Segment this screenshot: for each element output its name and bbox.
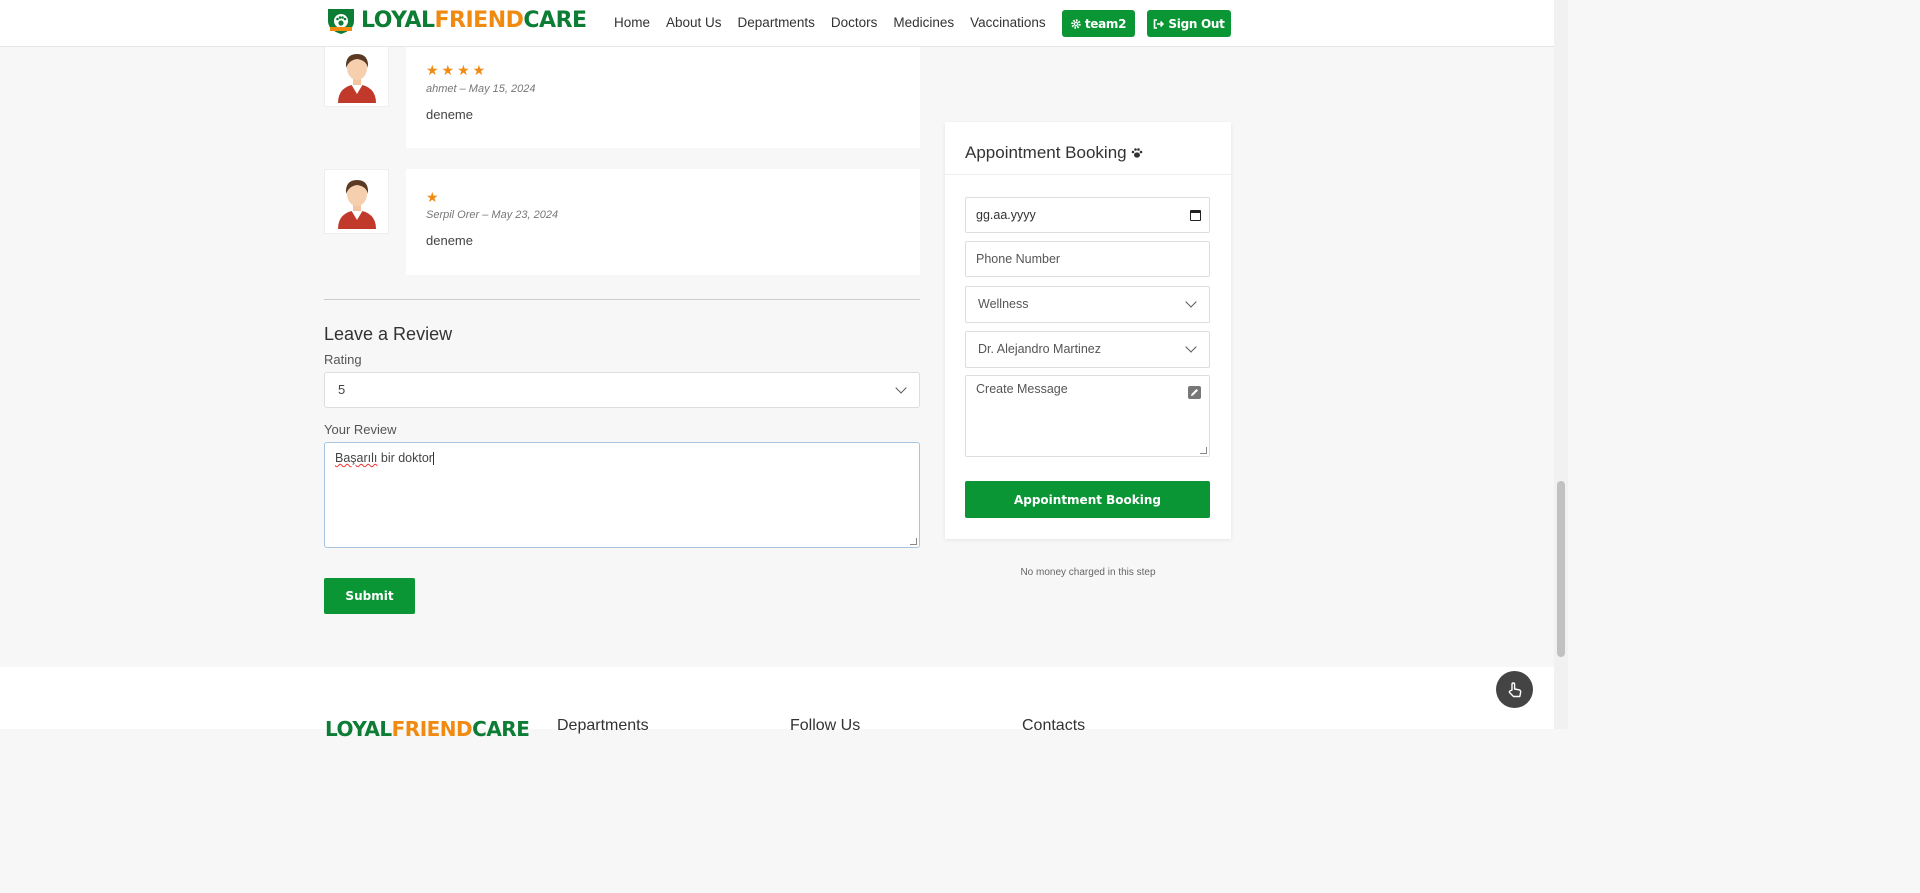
edit-icon: [1188, 386, 1201, 399]
review-textarea-text: bir doktor: [377, 451, 433, 465]
gear-icon: [1071, 18, 1081, 29]
chevron-down-icon: [895, 382, 907, 394]
review-text: deneme: [426, 107, 473, 122]
appointment-title: Appointment Booking: [965, 143, 1143, 163]
footer-logo-word-friend: FRIEND: [391, 717, 473, 741]
chevron-down-icon: [1185, 296, 1197, 308]
paw-icon: [1132, 148, 1143, 158]
shield-paw-icon: [328, 9, 354, 34]
review-meta: ahmet – May 15, 2024: [426, 83, 536, 95]
appointment-panel-header: Appointment Booking: [945, 122, 1231, 175]
footer-logo[interactable]: LOYALFRIENDCARE: [325, 715, 530, 743]
phone-input[interactable]: Phone Number: [965, 241, 1210, 277]
footer-logo-wordmark: LOYALFRIENDCARE: [325, 715, 530, 743]
user-avatar-icon: [337, 180, 376, 229]
footer-heading-departments: Departments: [557, 717, 649, 734]
team-button-label: team2: [1084, 16, 1127, 31]
appointment-panel: Appointment Booking gg.aa.yyyy Phone Num…: [945, 122, 1231, 539]
nav-medicines[interactable]: Medicines: [893, 15, 954, 30]
floating-action-button[interactable]: [1496, 671, 1533, 708]
message-textarea[interactable]: Create Message: [965, 375, 1210, 457]
rating-stars: ★★★★: [426, 63, 489, 79]
submit-review-button[interactable]: Submit: [324, 578, 415, 614]
doctor-select-value: Dr. Alejandro Martinez: [978, 342, 1101, 356]
message-textarea-placeholder: Create Message: [976, 382, 1068, 396]
site-header: LOYALFRIENDCARE Home About Us Department…: [0, 0, 1554, 47]
logo-wordmark: LOYALFRIENDCARE: [361, 7, 587, 35]
leave-review-title: Leave a Review: [324, 324, 453, 344]
footer-heading-follow-us: Follow Us: [790, 717, 861, 734]
avatar: [324, 169, 389, 234]
review-card: ★ Serpil Orer – May 23, 2024 deneme: [406, 169, 920, 275]
sign-out-button[interactable]: Sign Out: [1147, 10, 1231, 37]
main-nav: Home About Us Departments Doctors Medici…: [614, 15, 1062, 30]
doctor-select[interactable]: Dr. Alejandro Martinez: [965, 331, 1210, 368]
nav-doctors[interactable]: Doctors: [831, 15, 878, 30]
review-text: deneme: [426, 233, 473, 248]
logo-word-friend: FRIEND: [434, 8, 524, 33]
section-divider: [324, 299, 920, 300]
page-scrollbar[interactable]: [1554, 0, 1568, 729]
phone-input-placeholder: Phone Number: [976, 252, 1061, 266]
footer-logo-word-loyal: LOYAL: [325, 717, 392, 741]
nav-vaccinations[interactable]: Vaccinations: [970, 15, 1046, 30]
nav-home[interactable]: Home: [614, 15, 650, 30]
rating-label: Rating: [324, 352, 362, 367]
user-avatar-icon: [337, 54, 376, 103]
calendar-icon[interactable]: [1190, 210, 1201, 221]
review-label: Your Review: [324, 422, 397, 437]
scrollbar-thumb[interactable]: [1557, 481, 1565, 657]
appointment-booking-button[interactable]: Appointment Booking: [965, 481, 1210, 518]
sign-out-label: Sign Out: [1168, 16, 1225, 31]
appointment-title-text: Appointment Booking: [965, 143, 1127, 162]
department-select[interactable]: Wellness: [965, 286, 1210, 323]
review-meta: Serpil Orer – May 23, 2024: [426, 209, 559, 221]
resize-handle[interactable]: [910, 538, 917, 545]
review-card: ★★★★ ahmet – May 15, 2024 deneme: [406, 44, 920, 148]
team-button[interactable]: team2: [1062, 10, 1135, 37]
nav-departments[interactable]: Departments: [738, 15, 815, 30]
rating-select-value: 5: [338, 382, 346, 397]
date-input[interactable]: gg.aa.yyyy: [965, 197, 1210, 233]
logo-word-loyal: LOYAL: [361, 8, 435, 33]
site-logo[interactable]: LOYALFRIENDCARE: [325, 7, 587, 35]
no-charge-note: No money charged in this step: [1020, 567, 1156, 578]
hand-pointer-icon: [1508, 681, 1521, 697]
avatar: [324, 44, 389, 107]
review-textarea[interactable]: Başarılı bir doktor: [324, 442, 920, 548]
department-select-value: Wellness: [978, 297, 1029, 311]
resize-handle[interactable]: [1200, 447, 1207, 454]
logo-word-care: CARE: [523, 8, 587, 33]
rating-select[interactable]: 5: [324, 372, 920, 408]
site-footer: LOYALFRIENDCARE Departments Follow Us Co…: [0, 667, 1554, 741]
text-caret: [432, 452, 434, 466]
misspelled-word: Başarılı: [335, 451, 378, 465]
chevron-down-icon: [1185, 341, 1197, 353]
footer-logo-word-care: CARE: [472, 717, 530, 741]
rating-stars: ★: [426, 190, 442, 206]
date-input-placeholder: gg.aa.yyyy: [976, 208, 1036, 222]
sign-out-icon: [1154, 18, 1165, 29]
nav-about-us[interactable]: About Us: [666, 15, 722, 30]
footer-heading-contacts: Contacts: [1022, 717, 1086, 734]
